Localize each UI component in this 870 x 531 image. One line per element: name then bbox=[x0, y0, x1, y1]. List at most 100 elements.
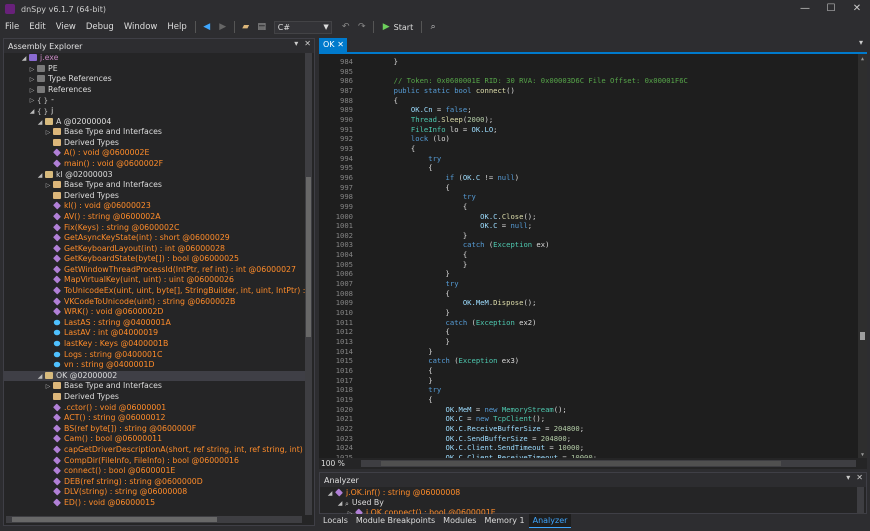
code-line[interactable]: { bbox=[359, 163, 688, 173]
tree-item[interactable]: BS(ref byte[]) : string @0600000F bbox=[4, 424, 307, 435]
menu-file[interactable]: File bbox=[0, 22, 24, 32]
tree-item[interactable]: Logs : string @0400001C bbox=[4, 350, 307, 361]
tab-analyzer[interactable]: Analyzer bbox=[528, 513, 572, 528]
code-line[interactable]: OK.MeM = new MemoryStream(); bbox=[359, 405, 688, 415]
code-line[interactable]: } bbox=[359, 376, 688, 386]
tree-item[interactable]: MapVirtualKey(uint, uint) : uint @060000… bbox=[4, 275, 307, 286]
code-line[interactable]: try bbox=[359, 279, 688, 289]
code-area[interactable]: } // Token: 0x0600001E RID: 30 RVA: 0x00… bbox=[359, 57, 688, 458]
menu-view[interactable]: View bbox=[51, 22, 81, 32]
code-line[interactable]: public static bool connect() bbox=[359, 86, 688, 96]
tree-item[interactable]: ToUnicodeEx(uint, uint, byte[], StringBu… bbox=[4, 286, 307, 297]
code-line[interactable]: } bbox=[359, 231, 688, 241]
tree-item[interactable]: ◢ OK @02000002 bbox=[4, 370, 307, 382]
code-line[interactable]: { bbox=[359, 183, 688, 193]
tree-item[interactable]: ▷ Base Type and Interfaces bbox=[4, 381, 307, 392]
tab-list-chevron-icon[interactable]: ▾ bbox=[859, 38, 863, 47]
tree-item[interactable]: ▷ Base Type and Interfaces bbox=[4, 127, 307, 138]
tree-item[interactable]: GetAsyncKeyState(int) : short @06000029 bbox=[4, 233, 307, 244]
start-debug-button[interactable]: ▶ Start bbox=[383, 22, 413, 32]
tree-item[interactable]: capGetDriverDescriptionA(short, ref stri… bbox=[4, 445, 307, 456]
code-line[interactable]: OK.C = new TcpClient(); bbox=[359, 414, 688, 424]
code-line[interactable]: catch (Exception ex2) bbox=[359, 318, 688, 328]
code-line[interactable]: { bbox=[359, 250, 688, 260]
code-line[interactable]: catch (Exception ex) bbox=[359, 240, 688, 250]
scroll-up-icon[interactable]: ▲ bbox=[858, 56, 867, 62]
tree-item[interactable]: AV() : string @0600002A bbox=[4, 212, 307, 223]
code-line[interactable]: } bbox=[359, 347, 688, 357]
code-line[interactable]: OK.C.SendBufferSize = 204800; bbox=[359, 434, 688, 444]
save-all-icon[interactable]: ▤ bbox=[256, 21, 268, 33]
tree-item[interactable]: ◢ kl @02000003 bbox=[4, 170, 307, 181]
tree-item[interactable]: Cam() : bool @06000011 bbox=[4, 434, 307, 445]
tree-item[interactable]: GetKeyboardState(byte[]) : bool @0600002… bbox=[4, 254, 307, 265]
close-icon[interactable]: ✕ bbox=[337, 38, 344, 52]
code-line[interactable]: Thread.Sleep(2000); bbox=[359, 115, 688, 125]
code-line[interactable]: OK.C.Client.SendTimeout = 10000; bbox=[359, 443, 688, 453]
tab-ok[interactable]: OK ✕ bbox=[319, 38, 347, 52]
tree-item[interactable]: DEB(ref string) : string @0600000D bbox=[4, 477, 307, 488]
tree-item[interactable]: ▷ PE bbox=[4, 64, 307, 75]
tree-item[interactable]: kl() : void @06000023 bbox=[4, 201, 307, 212]
tree-item[interactable]: ACT() : string @06000012 bbox=[4, 413, 307, 424]
code-line[interactable] bbox=[359, 67, 688, 77]
code-line[interactable]: { bbox=[359, 395, 688, 405]
scrollbar-thumb[interactable] bbox=[12, 517, 217, 522]
menu-window[interactable]: Window bbox=[119, 22, 163, 32]
close-icon[interactable]: ✕ bbox=[856, 473, 863, 482]
code-line[interactable]: } bbox=[359, 57, 688, 67]
menu-debug[interactable]: Debug bbox=[81, 22, 119, 32]
code-line[interactable]: OK.C.ReceiveBufferSize = 204800; bbox=[359, 424, 688, 434]
tab-locals[interactable]: Locals bbox=[319, 514, 352, 527]
code-line[interactable]: { bbox=[359, 96, 688, 106]
tree-item[interactable]: Derived Types bbox=[4, 191, 307, 202]
code-line[interactable]: } bbox=[359, 260, 688, 270]
code-line[interactable]: FileInfo lo = OK.LO; bbox=[359, 125, 688, 135]
tree-vertical-scrollbar[interactable] bbox=[305, 53, 312, 515]
tree-item[interactable]: lastKey : Keys @0400001B bbox=[4, 339, 307, 350]
code-line[interactable]: OK.Cn = false; bbox=[359, 105, 688, 115]
forward-icon[interactable]: ▶ bbox=[217, 21, 229, 33]
editor-horizontal-scrollbar[interactable] bbox=[361, 460, 856, 467]
code-line[interactable]: { bbox=[359, 327, 688, 337]
code-line[interactable]: // Token: 0x0600001E RID: 30 RVA: 0x0000… bbox=[359, 76, 688, 86]
chevron-down-icon[interactable]: ▾ bbox=[294, 39, 298, 48]
tree-item[interactable]: main() : void @0600002F bbox=[4, 159, 307, 170]
editor-vertical-scrollbar[interactable]: ▲ ▼ bbox=[858, 54, 867, 458]
scrollbar-thumb[interactable] bbox=[381, 461, 781, 466]
tree-item[interactable]: connect() : bool @0600001E bbox=[4, 466, 307, 477]
code-line[interactable]: { bbox=[359, 366, 688, 376]
analyzer-item[interactable]: ◢ j.OK.inf() : string @06000008 bbox=[320, 488, 866, 498]
tab-module-breakpoints[interactable]: Module Breakpoints bbox=[352, 514, 439, 527]
maximize-button[interactable]: ☐ bbox=[818, 0, 844, 18]
tab-memory-1[interactable]: Memory 1 bbox=[480, 514, 528, 527]
tree-item[interactable]: ▷{ } - bbox=[4, 95, 307, 106]
collapse-icon[interactable]: ◢ bbox=[326, 489, 334, 499]
redo-icon[interactable]: ↷ bbox=[356, 21, 368, 33]
language-select[interactable]: C# ▼ bbox=[273, 20, 332, 34]
code-line[interactable]: } bbox=[359, 269, 688, 279]
tab-modules[interactable]: Modules bbox=[439, 514, 480, 527]
zoom-level[interactable]: 100 % bbox=[321, 458, 345, 469]
code-line[interactable]: try bbox=[359, 154, 688, 164]
tree-item[interactable]: DLV(string) : string @06000008 bbox=[4, 487, 307, 498]
close-icon[interactable]: ✕ bbox=[304, 39, 311, 48]
code-line[interactable]: OK.MeM.Dispose(); bbox=[359, 298, 688, 308]
code-line[interactable]: try bbox=[359, 192, 688, 202]
code-line[interactable]: { bbox=[359, 144, 688, 154]
code-line[interactable]: catch (Exception ex3) bbox=[359, 356, 688, 366]
code-line[interactable]: { bbox=[359, 289, 688, 299]
code-line[interactable]: OK.C.Close(); bbox=[359, 212, 688, 222]
tree-item[interactable]: GetKeyboardLayout(int) : int @06000028 bbox=[4, 244, 307, 255]
menu-edit[interactable]: Edit bbox=[24, 22, 50, 32]
tree-item[interactable]: .cctor() : void @06000001 bbox=[4, 403, 307, 414]
tree-item[interactable]: ▷ References bbox=[4, 85, 307, 96]
code-line[interactable]: } bbox=[359, 308, 688, 318]
tree-item[interactable]: ◢ j.exe bbox=[4, 53, 307, 64]
code-line[interactable]: if (OK.C != null) bbox=[359, 173, 688, 183]
back-icon[interactable]: ◀ bbox=[201, 21, 213, 33]
minimize-button[interactable]: — bbox=[792, 0, 818, 18]
scrollbar-thumb[interactable] bbox=[306, 177, 311, 337]
tree-item[interactable]: vn : string @0400001D bbox=[4, 360, 307, 371]
chevron-down-icon[interactable]: ▾ bbox=[846, 473, 850, 482]
